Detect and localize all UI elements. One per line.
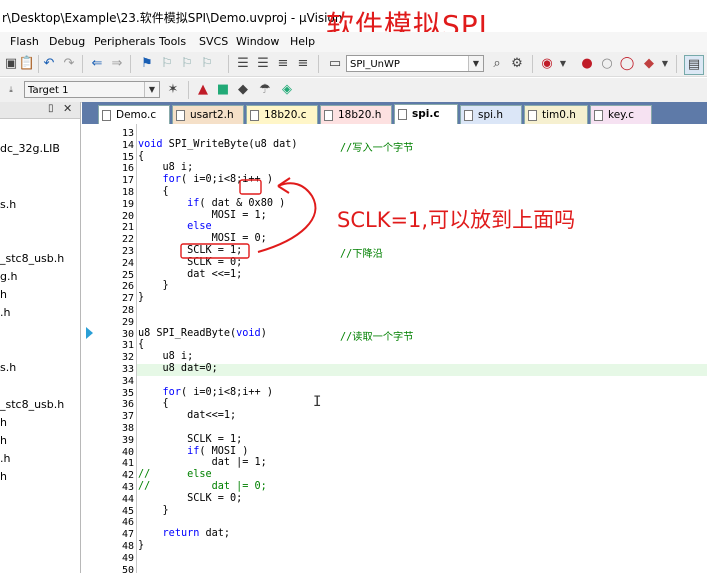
annotation-overlay xyxy=(180,177,317,259)
annotation-box-sclk xyxy=(180,243,250,259)
annotation-arrow xyxy=(257,182,317,253)
annotation-text: SCLK=1,可以放到上面吗 xyxy=(337,208,576,232)
annotation-arrowhead xyxy=(277,177,291,194)
annotation-box-top xyxy=(239,179,262,195)
text-cursor-icon: I xyxy=(313,394,322,410)
